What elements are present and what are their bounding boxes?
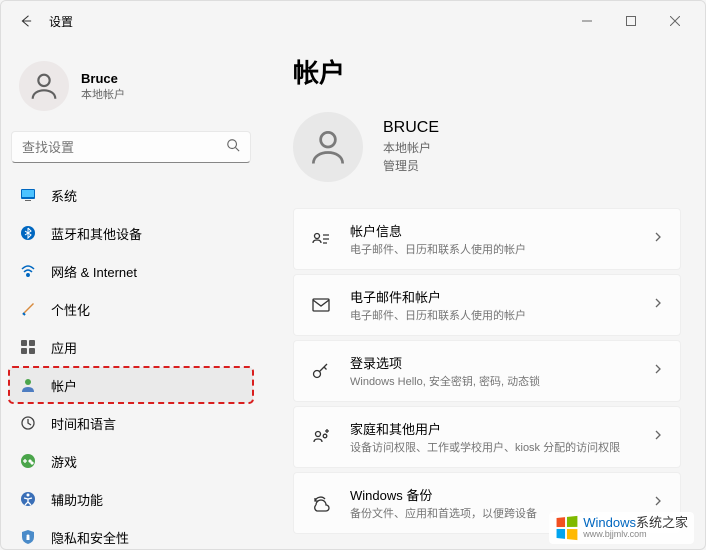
apps-icon bbox=[19, 338, 37, 356]
profile-block[interactable]: Bruce 本地帐户 bbox=[9, 49, 253, 131]
sidebar-item-label: 时间和语言 bbox=[51, 414, 116, 433]
chevron-right-icon bbox=[652, 296, 664, 314]
sidebar-item-label: 帐户 bbox=[51, 376, 77, 395]
sidebar-item-label: 游戏 bbox=[51, 452, 77, 471]
chevron-right-icon bbox=[652, 494, 664, 512]
sidebar-item-personalization[interactable]: 个性化 bbox=[9, 291, 253, 327]
brush-icon bbox=[19, 300, 37, 318]
account-name: BRUCE bbox=[383, 119, 439, 137]
back-button[interactable] bbox=[9, 5, 41, 37]
profile-subtitle: 本地帐户 bbox=[81, 86, 125, 102]
sidebar-item-label: 网络 & Internet bbox=[51, 262, 137, 281]
sidebar-item-network[interactable]: 网络 & Internet bbox=[9, 253, 253, 289]
card-signin-options[interactable]: 登录选项 Windows Hello, 安全密钥, 密码, 动态锁 bbox=[293, 340, 681, 402]
search-input[interactable] bbox=[22, 140, 226, 155]
sidebar-item-accounts[interactable]: 帐户 bbox=[9, 367, 253, 403]
sidebar-item-label: 隐私和安全性 bbox=[51, 528, 129, 547]
sidebar-item-label: 蓝牙和其他设备 bbox=[51, 224, 142, 243]
gamepad-icon bbox=[19, 452, 37, 470]
backup-icon bbox=[310, 492, 332, 514]
chevron-right-icon bbox=[652, 362, 664, 380]
avatar bbox=[19, 61, 69, 111]
clock-globe-icon bbox=[19, 414, 37, 432]
account-role: 管理员 bbox=[383, 157, 439, 175]
shield-icon bbox=[19, 528, 37, 546]
accessibility-icon bbox=[19, 490, 37, 508]
sidebar-item-privacy[interactable]: 隐私和安全性 bbox=[9, 519, 253, 549]
card-title: 帐户信息 bbox=[350, 221, 652, 240]
card-email-accounts[interactable]: 电子邮件和帐户 电子邮件、日历和联系人使用的帐户 bbox=[293, 274, 681, 336]
maximize-button[interactable] bbox=[609, 5, 653, 37]
sidebar-item-bluetooth[interactable]: 蓝牙和其他设备 bbox=[9, 215, 253, 251]
close-button[interactable] bbox=[653, 5, 697, 37]
sidebar-item-gaming[interactable]: 游戏 bbox=[9, 443, 253, 479]
card-desc: Windows Hello, 安全密钥, 密码, 动态锁 bbox=[350, 373, 652, 389]
account-avatar bbox=[293, 112, 363, 182]
mail-icon bbox=[310, 294, 332, 316]
chevron-right-icon bbox=[652, 428, 664, 446]
family-icon bbox=[310, 426, 332, 448]
card-account-info[interactable]: 帐户信息 电子邮件、日历和联系人使用的帐户 bbox=[293, 208, 681, 270]
card-title: Windows 备份 bbox=[350, 485, 652, 504]
id-card-icon bbox=[310, 228, 332, 250]
window-title: 设置 bbox=[49, 13, 73, 30]
card-title: 家庭和其他用户 bbox=[350, 419, 652, 438]
sidebar-item-time[interactable]: 时间和语言 bbox=[9, 405, 253, 441]
card-desc: 设备访问权限、工作或学校用户、kiosk 分配的访问权限 bbox=[350, 439, 652, 455]
bluetooth-icon bbox=[19, 224, 37, 242]
profile-name: Bruce bbox=[81, 71, 125, 86]
watermark: Windows系统之家 www.bjjmlv.com bbox=[549, 512, 694, 544]
person-icon bbox=[19, 376, 37, 394]
monitor-icon bbox=[19, 186, 37, 204]
card-family-users[interactable]: 家庭和其他用户 设备访问权限、工作或学校用户、kiosk 分配的访问权限 bbox=[293, 406, 681, 468]
sidebar-item-label: 辅助功能 bbox=[51, 490, 103, 509]
sidebar-item-apps[interactable]: 应用 bbox=[9, 329, 253, 365]
account-type: 本地帐户 bbox=[383, 139, 439, 157]
card-desc: 电子邮件、日历和联系人使用的帐户 bbox=[350, 307, 652, 323]
wifi-icon bbox=[19, 262, 37, 280]
sidebar-item-label: 应用 bbox=[51, 338, 77, 357]
search-icon bbox=[226, 138, 240, 157]
page-title: 帐户 bbox=[293, 53, 681, 90]
sidebar-item-label: 个性化 bbox=[51, 300, 90, 319]
chevron-right-icon bbox=[652, 230, 664, 248]
search-box[interactable] bbox=[11, 131, 251, 163]
card-desc: 电子邮件、日历和联系人使用的帐户 bbox=[350, 241, 652, 257]
card-title: 电子邮件和帐户 bbox=[350, 287, 652, 306]
card-title: 登录选项 bbox=[350, 353, 652, 372]
key-icon bbox=[310, 360, 332, 382]
sidebar-item-system[interactable]: 系统 bbox=[9, 177, 253, 213]
windows-logo-icon bbox=[557, 516, 578, 540]
sidebar-item-label: 系统 bbox=[51, 186, 77, 205]
sidebar-item-accessibility[interactable]: 辅助功能 bbox=[9, 481, 253, 517]
account-header: BRUCE 本地帐户 管理员 bbox=[293, 112, 681, 182]
minimize-button[interactable] bbox=[565, 5, 609, 37]
